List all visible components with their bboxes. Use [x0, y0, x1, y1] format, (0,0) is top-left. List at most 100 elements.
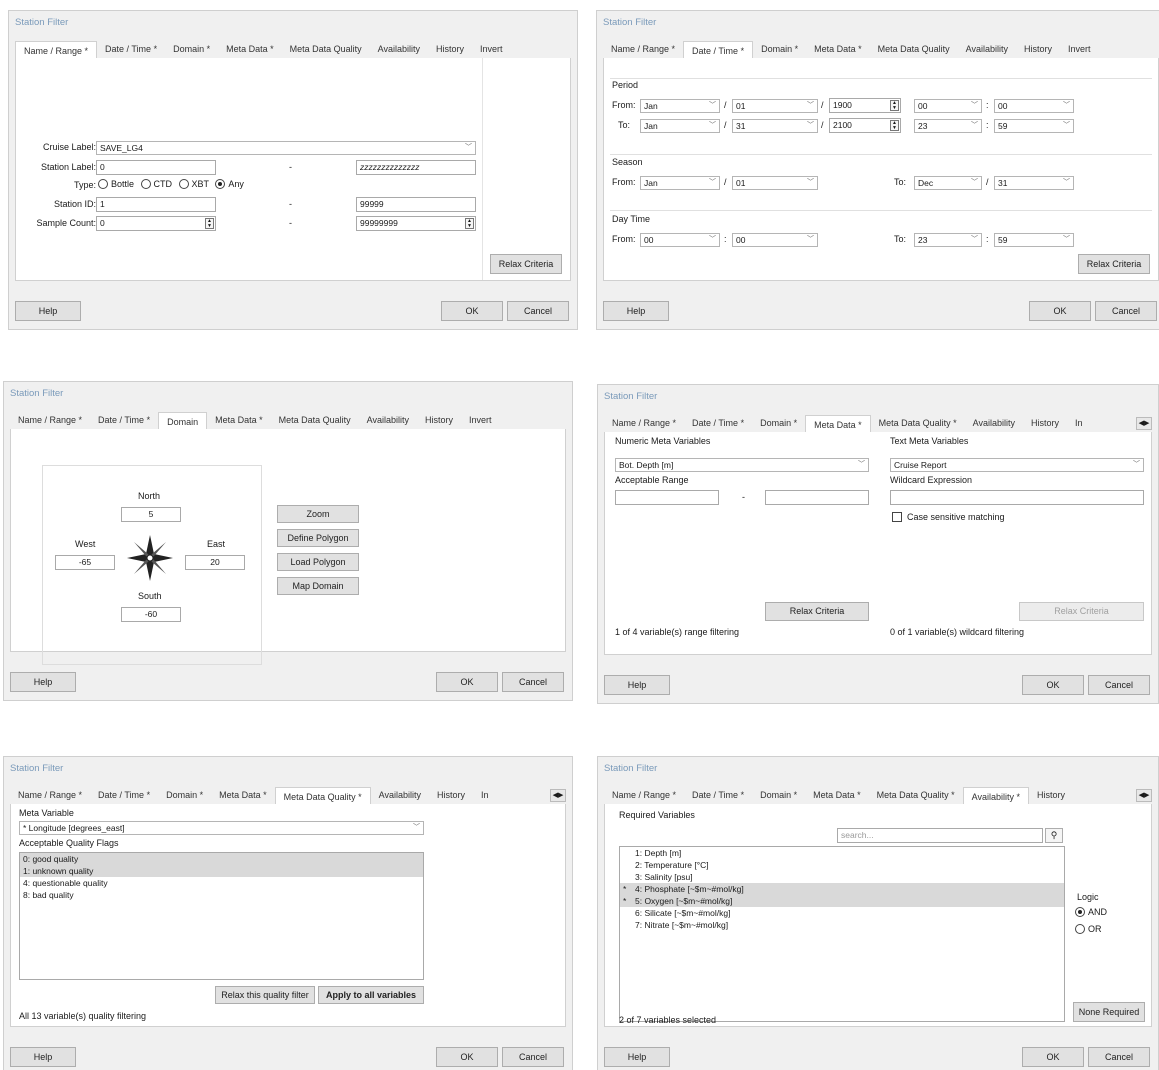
tab-date-time[interactable]: Date / Time *	[97, 41, 165, 58]
period-to-month[interactable]: Jan ﹀	[640, 119, 720, 133]
list-item[interactable]: 1: Depth [m]	[620, 847, 1064, 859]
tab-meta-data-quality[interactable]: Meta Data Quality	[282, 41, 370, 58]
daytime-from-minute[interactable]: 00 ﹀	[732, 233, 818, 247]
tab-name-range[interactable]: Name / Range *	[604, 787, 684, 804]
period-from-day[interactable]: 01 ﹀	[732, 99, 818, 113]
help-button[interactable]: Help	[10, 1047, 76, 1067]
tab-invert[interactable]: Invert	[461, 412, 500, 429]
daytime-to-hour[interactable]: 23 ﹀	[914, 233, 982, 247]
season-from-day[interactable]: 01 ﹀	[732, 176, 818, 190]
load-polygon-button[interactable]: Load Polygon	[277, 553, 359, 571]
tab-domain[interactable]: Domain *	[752, 787, 805, 804]
tab-date-time[interactable]: Date / Time *	[90, 412, 158, 429]
range-min-input[interactable]	[615, 490, 719, 505]
ok-button[interactable]: OK	[1029, 301, 1091, 321]
wildcard-input[interactable]	[890, 490, 1144, 505]
list-item[interactable]: 6: Silicate [~$m~#mol/kg]	[620, 907, 1064, 919]
relax-criteria-button[interactable]: Relax Criteria	[490, 254, 562, 274]
west-input[interactable]: -65	[55, 555, 115, 570]
cancel-button[interactable]: Cancel	[507, 301, 569, 321]
period-to-minute[interactable]: 59 ﹀	[994, 119, 1074, 133]
tab-scroll-arrows-icon[interactable]: ◀▶	[1136, 789, 1152, 802]
tab-meta-data-quality[interactable]: Meta Data Quality	[271, 412, 359, 429]
period-to-day[interactable]: 31 ﹀	[732, 119, 818, 133]
radio-ctd[interactable]	[140, 179, 151, 189]
period-from-hour[interactable]: 00 ﹀	[914, 99, 982, 113]
tab-name-range[interactable]: Name / Range *	[15, 41, 98, 58]
help-button[interactable]: Help	[604, 675, 670, 695]
map-domain-button[interactable]: Map Domain	[277, 577, 359, 595]
tab-date-time[interactable]: Date / Time *	[90, 787, 158, 804]
relax-criteria-button[interactable]: Relax Criteria	[1078, 254, 1150, 274]
help-button[interactable]: Help	[15, 301, 81, 321]
cancel-button[interactable]: Cancel	[502, 672, 564, 692]
tab-date-time[interactable]: Date / Time *	[683, 41, 754, 58]
tab-date-time[interactable]: Date / Time *	[684, 415, 752, 432]
tab-name-range[interactable]: Name / Range *	[10, 787, 90, 804]
radio-bottle[interactable]	[98, 179, 108, 189]
list-item[interactable]: 3: Salinity [psu]	[620, 871, 1064, 883]
north-input[interactable]: 5	[121, 507, 181, 522]
list-item[interactable]: 8: bad quality	[20, 889, 423, 901]
help-button[interactable]: Help	[604, 1047, 670, 1067]
relax-criteria-button[interactable]: Relax Criteria	[765, 602, 869, 621]
search-input[interactable]: search...	[837, 828, 1043, 843]
radio-any[interactable]	[215, 179, 226, 189]
season-to-day[interactable]: 31 ﹀	[994, 176, 1074, 190]
cruise-select[interactable]: SAVE_LG4 ﹀	[96, 141, 476, 155]
period-from-year[interactable]: 1900 ▲ ▼	[829, 98, 901, 113]
case-sensitive-checkbox[interactable]	[892, 512, 902, 522]
meta-variable-select[interactable]: * Longitude [degrees_east] ﹀	[19, 821, 424, 835]
cancel-button[interactable]: Cancel	[502, 1047, 564, 1067]
tab-meta-data[interactable]: Meta Data *	[218, 41, 282, 58]
season-to-month[interactable]: Dec ﹀	[914, 176, 982, 190]
tab-meta-data[interactable]: Meta Data *	[805, 787, 869, 804]
ok-button[interactable]: OK	[436, 672, 498, 692]
tab-scroll-arrows-icon[interactable]: ◀▶	[1136, 417, 1152, 430]
period-to-hour[interactable]: 23 ﹀	[914, 119, 982, 133]
text-var-select[interactable]: Cruise Report ﹀	[890, 458, 1144, 472]
tab-meta-data-quality[interactable]: Meta Data Quality *	[871, 415, 965, 432]
numeric-var-select[interactable]: Bot. Depth [m] ﹀	[615, 458, 869, 472]
tab-meta-data-quality[interactable]: Meta Data Quality *	[274, 787, 371, 804]
tab-history[interactable]: History	[1016, 41, 1060, 58]
tab-history[interactable]: History	[1029, 787, 1073, 804]
daytime-to-minute[interactable]: 59 ﹀	[994, 233, 1074, 247]
help-button[interactable]: Help	[603, 301, 669, 321]
tab-domain[interactable]: Domain *	[158, 787, 211, 804]
list-item[interactable]: * 4: Phosphate [~$m~#mol/kg]	[620, 883, 1064, 895]
tab-availability[interactable]: Availability	[359, 412, 417, 429]
tab-name-range[interactable]: Name / Range *	[10, 412, 90, 429]
tab-availability[interactable]: Availability	[965, 415, 1023, 432]
season-from-month[interactable]: Jan ﹀	[640, 176, 720, 190]
tab-invert[interactable]: In	[1067, 415, 1091, 432]
tab-availability[interactable]: Availability	[370, 41, 428, 58]
tab-name-range[interactable]: Name / Range *	[603, 41, 683, 58]
define-polygon-button[interactable]: Define Polygon	[277, 529, 359, 547]
daytime-from-hour[interactable]: 00 ﹀	[640, 233, 720, 247]
period-from-minute[interactable]: 00 ﹀	[994, 99, 1074, 113]
relax-quality-filter-button[interactable]: Relax this quality filter	[215, 986, 315, 1004]
spinner-icon[interactable]: ▲ ▼	[465, 218, 474, 229]
relax-criteria-button-disabled[interactable]: Relax Criteria	[1019, 602, 1144, 621]
east-input[interactable]: 20	[185, 555, 245, 570]
help-button[interactable]: Help	[10, 672, 76, 692]
tab-invert[interactable]: In	[473, 787, 497, 804]
cancel-button[interactable]: Cancel	[1095, 301, 1157, 321]
tab-meta-data-quality[interactable]: Meta Data Quality *	[869, 787, 963, 804]
sample-count-from[interactable]: 0 ▲ ▼	[96, 216, 216, 231]
station-label-to[interactable]: zzzzzzzzzzzzzz	[356, 160, 476, 175]
ok-button[interactable]: OK	[436, 1047, 498, 1067]
tab-domain[interactable]: Domain *	[753, 41, 806, 58]
cancel-button[interactable]: Cancel	[1088, 1047, 1150, 1067]
list-item[interactable]: 4: questionable quality	[20, 877, 423, 889]
cancel-button[interactable]: Cancel	[1088, 675, 1150, 695]
station-id-from[interactable]: 1	[96, 197, 216, 212]
tab-history[interactable]: History	[417, 412, 461, 429]
list-item[interactable]: 1: unknown quality	[20, 865, 423, 877]
tab-meta-data-quality[interactable]: Meta Data Quality	[870, 41, 958, 58]
station-label-from[interactable]: 0	[96, 160, 216, 175]
zoom-button[interactable]: Zoom	[277, 505, 359, 523]
ok-button[interactable]: OK	[1022, 675, 1084, 695]
tab-date-time[interactable]: Date / Time *	[684, 787, 752, 804]
